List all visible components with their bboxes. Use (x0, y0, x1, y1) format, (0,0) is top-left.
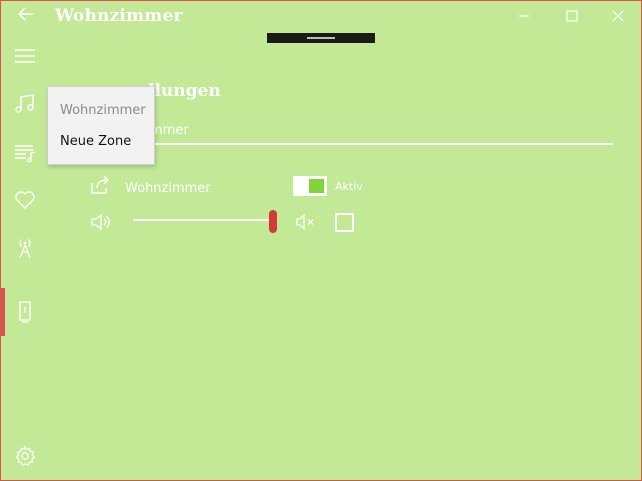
settings-gear-icon[interactable] (12, 443, 38, 469)
zone-name-label: Wohnzimmer (125, 181, 211, 196)
close-icon[interactable] (608, 6, 628, 26)
radio-tower-icon[interactable] (12, 235, 38, 261)
mute-icon (296, 213, 318, 232)
drag-grip[interactable] (267, 33, 375, 43)
playlist-icon[interactable] (12, 140, 38, 166)
back-arrow-icon[interactable] (16, 6, 36, 26)
maximize-icon[interactable] (562, 6, 582, 26)
heart-icon[interactable] (12, 187, 38, 213)
minimize-icon[interactable] (514, 6, 534, 26)
share-icon[interactable] (89, 174, 113, 198)
music-note-icon[interactable] (12, 91, 38, 117)
menu-item-neue-zone[interactable]: Neue Zone (60, 134, 131, 149)
mute-checkbox[interactable] (335, 213, 354, 232)
window-title: Wohnzimmer (55, 6, 183, 26)
hamburger-menu-icon[interactable] (12, 43, 38, 69)
volume-slider-track[interactable] (133, 219, 273, 221)
zone-name-input[interactable]: mmer (150, 123, 189, 138)
zone-active-toggle[interactable] (293, 176, 327, 196)
speaker-device-icon[interactable] (12, 299, 38, 325)
zone-context-menu: Wohnzimmer Neue Zone (47, 86, 155, 165)
toggle-label: Aktiv (335, 180, 363, 193)
active-nav-indicator (1, 288, 5, 336)
volume-icon (90, 213, 114, 233)
window-border (0, 0, 642, 481)
menu-item-wohnzimmer: Wohnzimmer (60, 103, 146, 118)
volume-slider-thumb[interactable] (269, 210, 277, 233)
section-heading: llungen (148, 81, 221, 101)
